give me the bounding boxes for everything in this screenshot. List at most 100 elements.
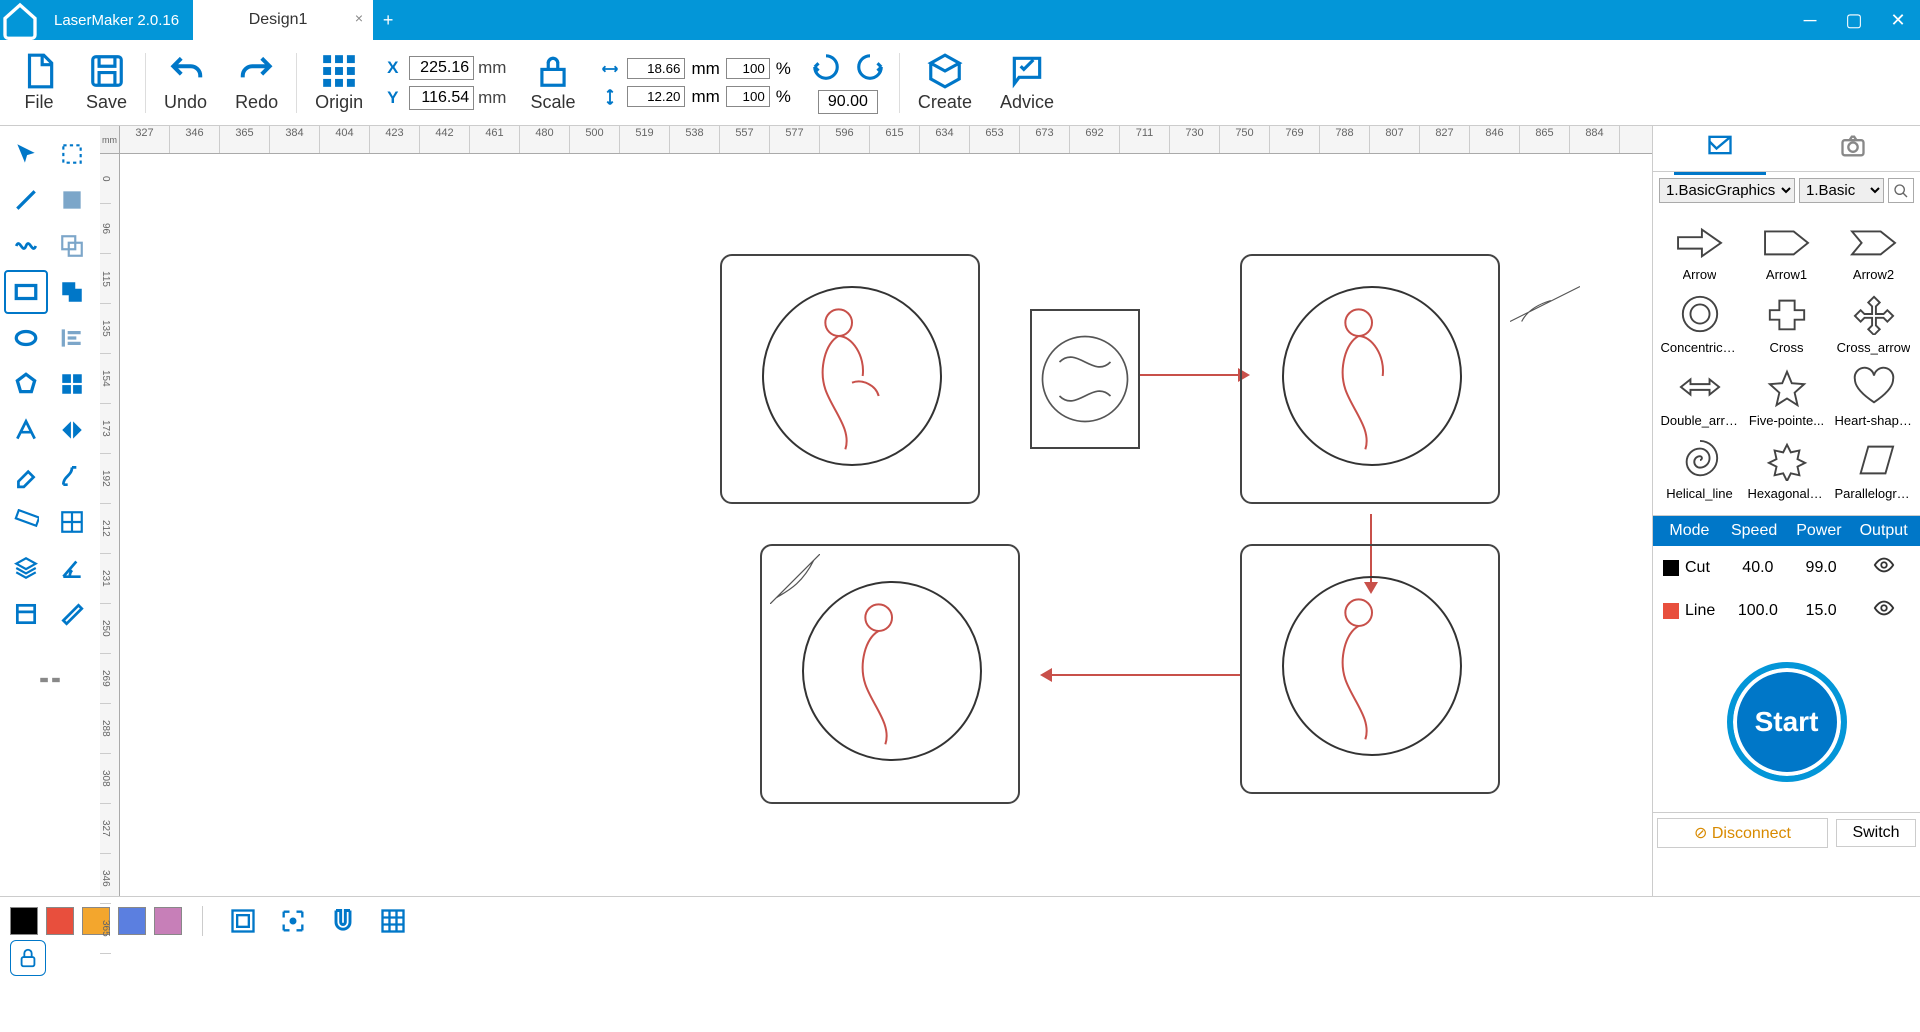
palette-swatch[interactable] [118,907,146,935]
text-tool[interactable] [4,408,48,452]
grid-view-icon[interactable] [373,901,413,941]
line-tool[interactable] [4,178,48,222]
align-tool[interactable] [50,316,94,360]
close-window-button[interactable]: ✕ [1876,10,1920,31]
path-tool[interactable] [50,454,94,498]
union-tool[interactable] [50,270,94,314]
home-button[interactable] [0,0,40,40]
shape-helical_line[interactable]: Helical_line [1659,434,1740,501]
camera-tab[interactable] [1807,124,1899,173]
ellipse-tool[interactable] [4,316,48,360]
shape-arrow1[interactable]: Arrow1 [1746,215,1827,282]
small-pattern[interactable] [1510,284,1580,324]
angle-tool[interactable] [50,546,94,590]
file-button[interactable]: File [6,52,72,113]
palette-swatch[interactable] [46,907,74,935]
height-icon [599,86,621,108]
save-button[interactable]: Save [72,52,141,113]
select-tool[interactable] [4,132,48,176]
scale-button[interactable]: Scale [516,52,589,113]
left-toolbar [0,126,100,896]
shape-cross[interactable]: Cross [1746,288,1827,355]
origin-button[interactable]: Origin [301,52,377,113]
library-filter: 1.BasicGraphics 1.Basic [1653,172,1920,209]
palette-swatch[interactable] [154,907,182,935]
figure-art-3 [1302,586,1442,746]
create-button[interactable]: Create [904,52,986,113]
palette-swatch[interactable] [10,907,38,935]
shape-heart-shaped[interactable]: Heart-shaped [1833,361,1914,428]
advice-button[interactable]: Advice [986,52,1068,113]
shape-hexagonal_...[interactable]: Hexagonal_... [1746,434,1827,501]
pattern-panel[interactable] [1030,309,1140,449]
artwork-frame-1[interactable] [720,254,980,504]
arrow-left [1050,674,1240,676]
shape-fill-tool[interactable] [50,178,94,222]
artwork-frame-3[interactable] [1240,544,1500,794]
document-tab[interactable]: Design1 × [193,0,373,40]
shape-cross_arrow[interactable]: Cross_arrow [1833,288,1914,355]
angle-input[interactable] [818,90,878,114]
x-input[interactable] [409,56,474,80]
undo-button[interactable]: Undo [150,52,221,113]
magnet-icon[interactable] [323,901,363,941]
eye-icon[interactable] [1873,597,1895,619]
library-tab[interactable] [1674,123,1766,175]
start-button[interactable]: Start [1727,662,1847,782]
polygon-tool[interactable] [4,362,48,406]
app-name: LaserMaker 2.0.16 [40,12,193,29]
close-tab-icon[interactable]: × [355,10,363,26]
shape-double_arrow[interactable]: Double_arrow [1659,361,1740,428]
add-tab-button[interactable]: + [373,10,403,31]
frame-icon[interactable] [223,901,263,941]
focus-icon[interactable] [273,901,313,941]
search-library-button[interactable] [1888,178,1914,203]
category-select-1[interactable]: 1.BasicGraphics [1659,178,1795,203]
lock-button[interactable] [10,940,46,976]
figure-art-1 [782,296,922,456]
crop-tool[interactable] [4,592,48,636]
curve-tool[interactable] [4,224,48,268]
y-input[interactable] [409,86,474,110]
trace-tool[interactable] [50,592,94,636]
maximize-button[interactable]: ▢ [1832,10,1876,31]
figure-art-2 [1302,296,1442,456]
minimize-button[interactable]: ─ [1788,10,1832,31]
rotate-ccw-icon[interactable] [811,52,841,82]
layer-row[interactable]: Line100.015.0 [1653,589,1920,632]
mirror-tool[interactable] [50,408,94,452]
array-tool[interactable] [50,500,94,544]
eraser-tool[interactable] [4,454,48,498]
shape-five-pointe...[interactable]: Five-pointe... [1746,361,1827,428]
layers-header: Mode Speed Power Output [1653,516,1920,546]
grid-tool[interactable] [50,362,94,406]
layers-tool[interactable] [4,546,48,590]
ruler-tool[interactable] [4,500,48,544]
width-pct-input[interactable] [726,58,770,79]
height-pct-input[interactable] [726,86,770,107]
switch-button[interactable]: Switch [1836,819,1916,847]
shape-concentric_...[interactable]: Concentric_... [1659,288,1740,355]
bottom-bar [0,896,1920,944]
shape-arrow2[interactable]: Arrow2 [1833,215,1914,282]
rectangle-tool[interactable] [4,270,48,314]
category-select-2[interactable]: 1.Basic [1799,178,1884,203]
shape-arrow[interactable]: Arrow [1659,215,1740,282]
artwork-frame-2[interactable] [1240,254,1500,504]
shape-parallelogram[interactable]: Parallelogram [1833,434,1914,501]
copy-tool[interactable] [50,224,94,268]
eye-icon[interactable] [1873,554,1895,576]
canvas[interactable] [120,154,1652,896]
height-input[interactable] [627,86,685,107]
artwork-frame-4[interactable] [760,544,1020,804]
rotate-cw-icon[interactable] [855,52,885,82]
ruler-corner: mm [100,126,120,154]
corner-deco [770,554,820,604]
width-input[interactable] [627,58,685,79]
marquee-tool[interactable] [50,132,94,176]
layer-row[interactable]: Cut40.099.0 [1653,546,1920,589]
toggle-tool[interactable] [28,658,72,702]
disconnect-status[interactable]: ⊘ Disconnect [1657,818,1828,848]
redo-button[interactable]: Redo [221,52,292,113]
x-label: X [387,58,405,78]
